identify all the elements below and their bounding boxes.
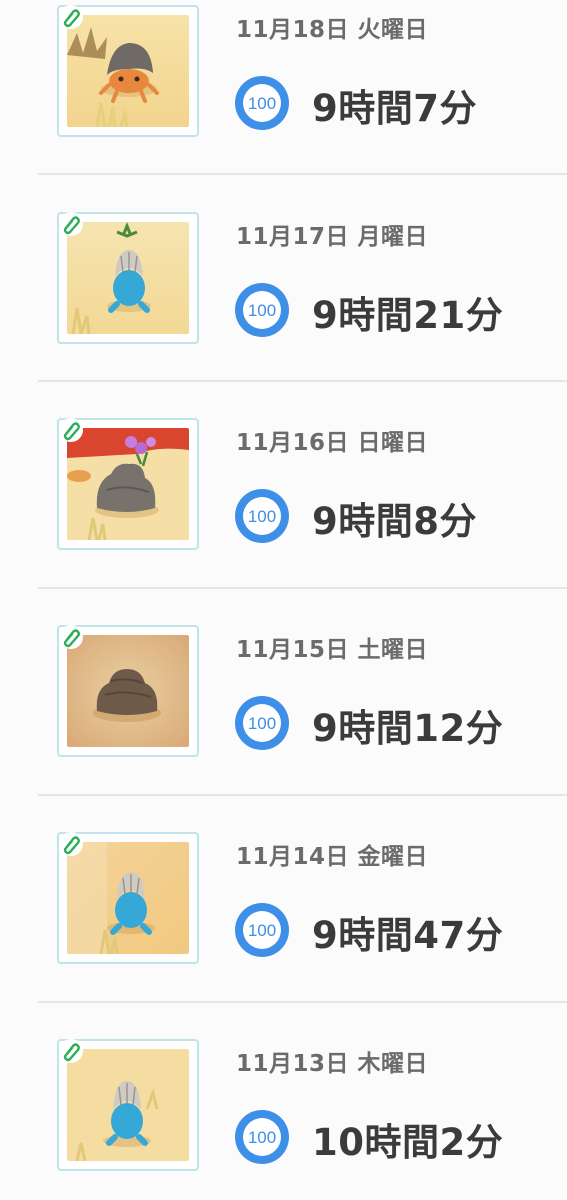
paperclip-icon bbox=[59, 418, 83, 442]
sleep-record-entry[interactable]: 11月13日 木曜日 100 10時間2分 bbox=[0, 967, 567, 1173]
sleep-score-badge-icon: 100 bbox=[235, 76, 289, 130]
record-date: 11月13日 木曜日 bbox=[236, 1051, 429, 1077]
sleep-score-value: 100 bbox=[248, 1128, 276, 1147]
sleep-score-badge-icon: 100 bbox=[235, 903, 289, 957]
sleep-score-badge-icon: 100 bbox=[235, 283, 289, 337]
record-date: 11月16日 日曜日 bbox=[236, 430, 429, 456]
sleep-duration: 10時間2分 bbox=[312, 1121, 504, 1164]
record-date: 11月18日 火曜日 bbox=[236, 17, 429, 43]
paperclip-icon bbox=[59, 1039, 83, 1063]
sleep-score-badge-icon: 100 bbox=[235, 1110, 289, 1164]
record-date: 11月15日 土曜日 bbox=[236, 637, 429, 663]
record-date: 11月14日 金曜日 bbox=[236, 844, 429, 870]
sleep-photo-image bbox=[67, 428, 189, 540]
sleep-photo-thumbnail[interactable] bbox=[57, 625, 199, 757]
sleep-photo-thumbnail[interactable] bbox=[57, 1039, 199, 1171]
sleep-score-value: 100 bbox=[248, 921, 276, 940]
sleep-photo-thumbnail[interactable] bbox=[57, 418, 199, 550]
sleep-score-value: 100 bbox=[248, 301, 276, 320]
sleep-photo-image bbox=[67, 15, 189, 127]
paperclip-icon bbox=[59, 832, 83, 856]
record-date: 11月17日 月曜日 bbox=[236, 224, 429, 250]
paperclip-icon bbox=[59, 5, 83, 29]
paperclip-icon bbox=[59, 212, 83, 236]
sleep-record-entry[interactable]: 11月14日 金曜日 100 9時間47分 bbox=[0, 760, 567, 966]
sleep-photo-image bbox=[67, 1049, 189, 1161]
sleep-photo-image bbox=[67, 842, 189, 954]
sleep-score-badge-icon: 100 bbox=[235, 489, 289, 543]
sleep-score-value: 100 bbox=[248, 714, 276, 733]
sleep-duration: 9時間12分 bbox=[312, 707, 504, 750]
sleep-duration: 9時間47分 bbox=[312, 914, 504, 957]
sleep-record-entry[interactable]: 11月18日 火曜日 100 9時間7分 bbox=[0, 0, 567, 139]
sleep-record-entry[interactable]: 11月17日 月曜日 100 9時間21分 bbox=[0, 140, 567, 346]
sleep-record-list: 11月18日 火曜日 100 9時間7分 11月17日 月曜日 100 9時間2… bbox=[0, 0, 567, 1200]
sleep-photo-image bbox=[67, 222, 189, 334]
sleep-photo-thumbnail[interactable] bbox=[57, 212, 199, 344]
sleep-score-badge-icon: 100 bbox=[235, 696, 289, 750]
sleep-score-value: 100 bbox=[248, 94, 276, 113]
sleep-photo-thumbnail[interactable] bbox=[57, 832, 199, 964]
sleep-record-entry[interactable]: 11月15日 土曜日 100 9時間12分 bbox=[0, 553, 567, 759]
sleep-score-value: 100 bbox=[248, 507, 276, 526]
sleep-record-entry[interactable]: 11月16日 日曜日 100 9時間8分 bbox=[0, 346, 567, 552]
sleep-duration: 9時間21分 bbox=[312, 294, 504, 337]
sleep-photo-thumbnail[interactable] bbox=[57, 5, 199, 137]
paperclip-icon bbox=[59, 625, 83, 649]
sleep-duration: 9時間8分 bbox=[312, 500, 477, 543]
sleep-duration: 9時間7分 bbox=[312, 87, 477, 130]
sleep-photo-image bbox=[67, 635, 189, 747]
